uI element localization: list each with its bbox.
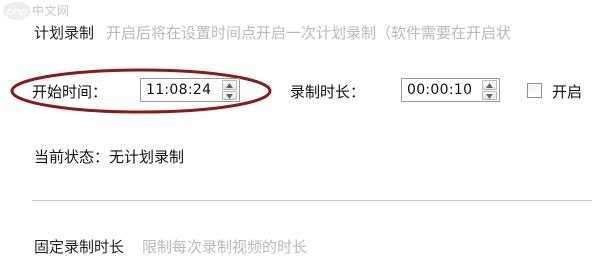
duration-label: 录制时长： [290,83,366,101]
status-text: 当前状态：无计划录制 [34,148,185,166]
start-time-spinner[interactable]: 11:08:24 [140,78,240,102]
chevron-up-icon[interactable] [482,80,497,90]
chevron-down-icon[interactable] [222,90,237,100]
section-title-scheduled-recording: 计划录制 [34,24,95,42]
start-time-label: 开始时间： [32,83,108,101]
duration-spin-buttons [482,80,497,100]
section-title-fixed-duration: 固定录制时长 [34,238,125,256]
section-description-scheduled-recording: 开启后将在设置时间点开启一次计划录制（软件需要在开启状 [106,24,512,42]
enable-checkbox[interactable] [527,83,542,98]
duration-spinner[interactable]: 00:00:10 [401,78,500,102]
duration-value[interactable]: 00:00:10 [402,82,482,98]
section-divider [32,200,592,201]
start-time-value[interactable]: 11:08:24 [141,82,222,98]
enable-label[interactable]: 开启 [552,81,582,102]
watermark-text: 中文网 [32,4,70,18]
start-time-spin-buttons [222,80,237,100]
chevron-down-icon[interactable] [482,90,497,100]
svg-text:php: php [6,5,28,18]
section-description-fixed-duration: 限制每次录制视频的时长 [142,238,308,256]
watermark-logo: php [2,0,32,22]
chevron-up-icon[interactable] [222,80,237,90]
